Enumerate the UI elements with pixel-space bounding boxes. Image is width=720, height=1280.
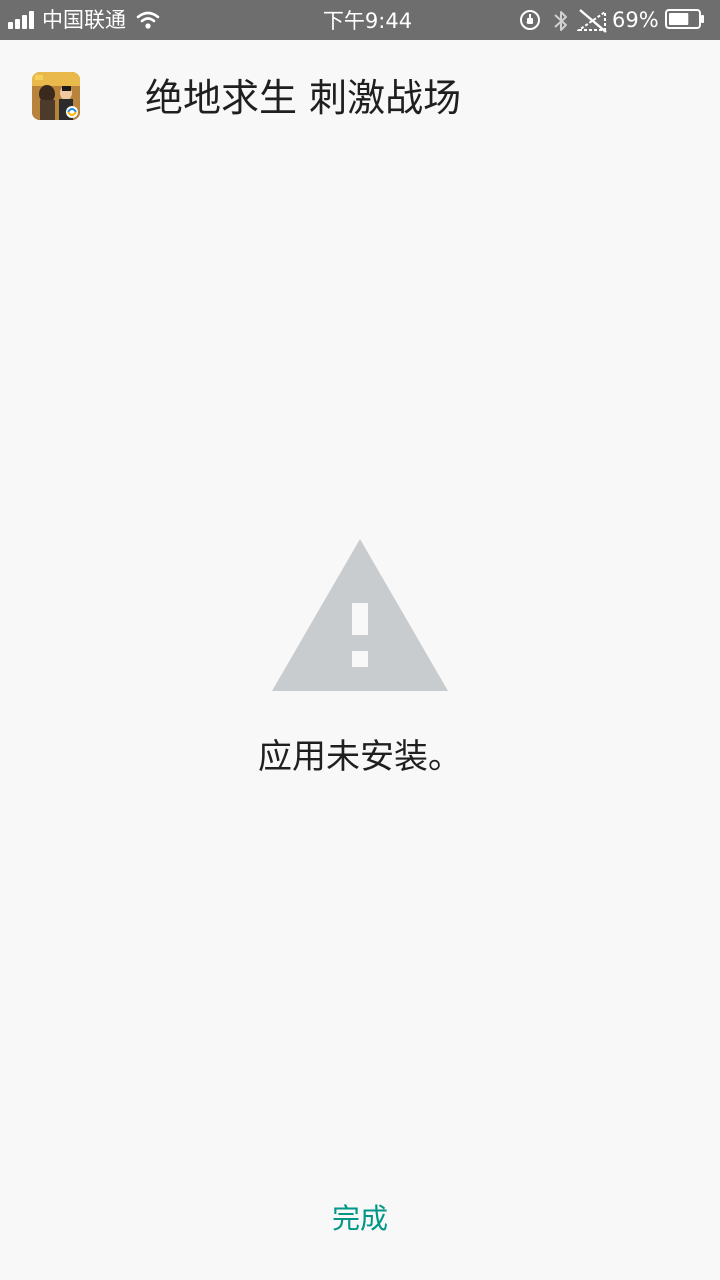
signal-icon xyxy=(8,11,36,29)
battery-percent: 69% xyxy=(612,8,659,32)
alarm-icon xyxy=(520,10,540,30)
warning-icon xyxy=(272,539,448,691)
app-icon xyxy=(32,72,80,120)
no-sim-icon xyxy=(577,9,607,33)
done-button[interactable]: 完成 xyxy=(300,1190,420,1246)
status-bar: 中国联通 下午9:44 69% xyxy=(0,0,720,40)
app-title: 绝地求生 刺激战场 xyxy=(145,76,462,120)
bluetooth-icon xyxy=(554,11,567,31)
status-time: 下午9:44 xyxy=(322,9,413,33)
carrier-name: 中国联通 xyxy=(42,8,126,32)
battery-icon xyxy=(665,9,704,29)
wifi-icon xyxy=(136,11,160,29)
not-installed-message: 应用未安装。 xyxy=(258,737,462,777)
